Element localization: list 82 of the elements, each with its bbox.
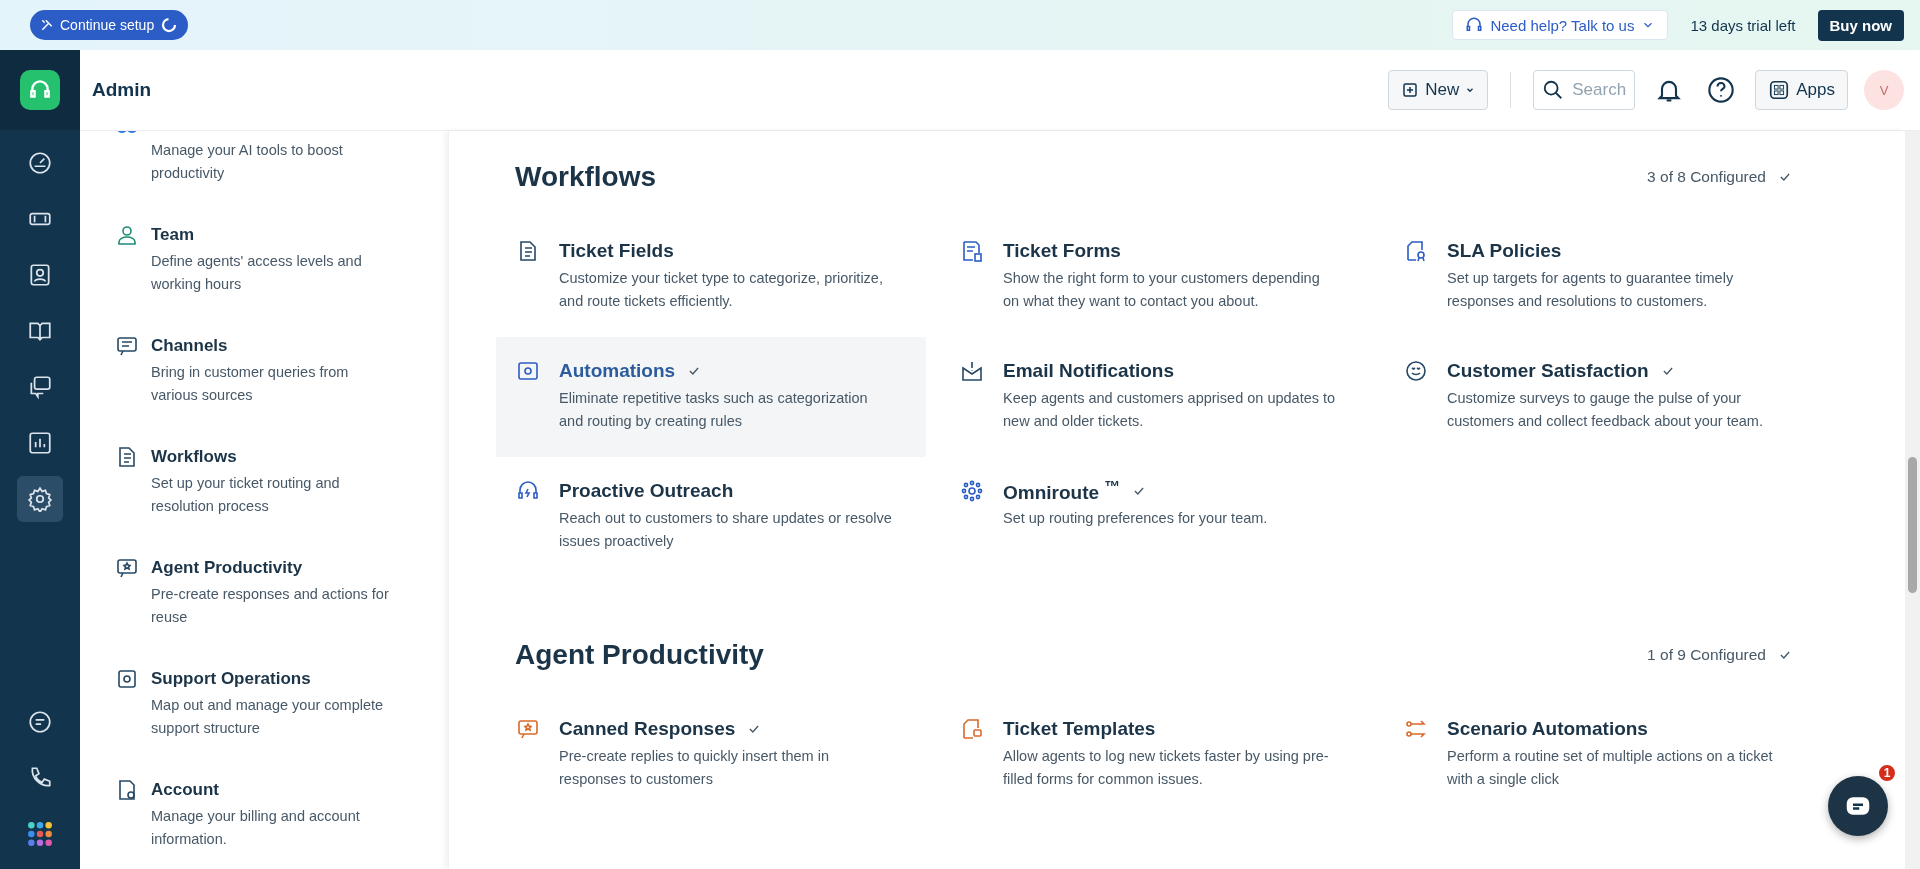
section-title: Workflows xyxy=(515,161,658,193)
sidebar-item-description: Map out and manage your complete support structure xyxy=(151,696,385,738)
setting-card[interactable]: Customer Satisfaction Customize surveys to gauge the pulse of your customers and collect feedback about your team. xyxy=(1384,337,1814,457)
setting-card[interactable]: SLA Policies Set up targets for agents to guarantee timely responses and resolutions to customers. xyxy=(1384,217,1814,337)
star-chat-icon xyxy=(516,717,540,741)
card-description: Customize surveys to gauge the pulse of your customers and collect feedback about your team. xyxy=(1447,389,1764,431)
continue-setup-button[interactable]: Continue setup xyxy=(30,10,189,40)
dots-icon xyxy=(960,479,984,503)
sidebar-item-title[interactable]: Workflows xyxy=(151,445,391,469)
card-description: Perform a routine set of multiple actions on a ticket with a single click xyxy=(1447,747,1774,789)
sidebar-item-title[interactable]: Support Operations xyxy=(151,667,391,691)
card-description: Reach out to customers to share updates or resolve issues proactively xyxy=(559,509,893,551)
chat-icon xyxy=(115,334,139,358)
sidebar-item-title[interactable]: Account xyxy=(151,778,391,802)
card-title: Proactive Outreach xyxy=(559,480,734,502)
smiley-icon xyxy=(1404,359,1428,383)
inbox-icon xyxy=(960,359,984,383)
chat-widget-button[interactable] xyxy=(1828,776,1888,836)
sidebar-item-title[interactable]: Agent Productivity xyxy=(151,556,391,580)
setting-card[interactable]: Scenario Automations Perform a routine set of multiple actions on a ticket with a single click xyxy=(1384,695,1814,815)
help-icon[interactable] xyxy=(1707,76,1736,104)
sidebar-item-description: Define agents' access levels and working hours xyxy=(151,252,363,294)
card-description: Set up targets for agents to guarantee timely responses and resolutions to customers. xyxy=(1447,269,1735,311)
card-title: Automations xyxy=(559,360,676,382)
grid-icon xyxy=(1768,79,1791,101)
badge-icon xyxy=(1404,239,1428,263)
page-title: Admin xyxy=(92,79,152,101)
sidebar-item-description: Bring in customer queries from various sources xyxy=(151,363,350,405)
gear-icon xyxy=(516,359,540,383)
gear-icon xyxy=(115,667,139,691)
sidebar-item-description: Set up your ticket routing and resolution process xyxy=(151,474,341,516)
setting-card[interactable]: Ticket Forms Show the right form to your customers depending on what they want to contact you about. xyxy=(940,217,1370,337)
card-description: Show the right form to your customers depending on what they want to contact you about. xyxy=(1003,269,1321,311)
template-icon xyxy=(960,717,984,741)
card-title: Ticket Templates xyxy=(1003,718,1156,740)
help-button[interactable]: Need help? Talk to us xyxy=(1452,10,1669,40)
sidebar-item-description: Manage your billing and account information. xyxy=(151,807,361,849)
card-title: Scenario Automations xyxy=(1447,718,1648,740)
setting-card[interactable]: Automations Eliminate repetitive tasks such as categorization and routing by creating rules xyxy=(496,337,926,457)
sidebar-item-description: Manage your AI tools to boost productivity xyxy=(151,141,344,183)
card-title: SLA Policies xyxy=(1447,240,1562,262)
setting-card[interactable]: Omniroute $^{™}$ Set up routing preferences for your team. xyxy=(940,457,1370,577)
setting-card[interactable]: Canned Responses Pre-create replies to quickly insert them in responses to customers xyxy=(496,695,926,815)
setting-card[interactable]: Ticket Templates Allow agents to log new tickets faster by using pre-filled forms for common issues. xyxy=(940,695,1370,815)
card-description: Keep agents and customers apprised on updates to new and older tickets. xyxy=(1003,389,1337,431)
card-title: Canned Responses xyxy=(559,718,736,740)
settings-icon[interactable] xyxy=(17,476,63,522)
card-title: Ticket Forms xyxy=(1003,240,1121,262)
card-title: Ticket Fields xyxy=(559,240,674,262)
logo-icon xyxy=(0,50,80,130)
search-field[interactable]: Search xyxy=(1533,70,1636,110)
card-description: Set up routing preferences for your team. xyxy=(1003,509,1268,528)
tools-icon xyxy=(40,18,54,32)
headset-icon xyxy=(1465,16,1484,34)
setting-card[interactable]: Ticket Fields Customize your ticket type to categorize, prioritize, and route tickets efficiently. xyxy=(496,217,926,337)
sidebar-item-description: Pre-create responses and actions for reuse xyxy=(151,585,390,627)
plus-icon xyxy=(1401,81,1420,99)
configured-count: 3 of 8 Configured xyxy=(1647,168,1766,186)
card-title: Customer Satisfaction xyxy=(1447,360,1649,382)
star-chat-icon xyxy=(115,556,139,580)
card-description: Allow agents to log new tickets faster by using pre-filled forms for common issues. xyxy=(1003,747,1330,789)
notification-badge: 1 xyxy=(1877,763,1897,783)
card-description: Pre-create replies to quickly insert them in responses to customers xyxy=(559,747,830,789)
section-title: Agent Productivity xyxy=(515,639,765,671)
configured-count: 1 of 9 Configured xyxy=(1647,646,1766,664)
setting-card[interactable]: Proactive Outreach Reach out to customers to share updates or resolve issues proactively xyxy=(496,457,926,577)
search-icon xyxy=(1542,79,1565,101)
card-description: Customize your ticket type to categorize, prioritize, and route tickets efficiently. xyxy=(559,269,884,311)
buy-now-button[interactable]: Buy now xyxy=(1817,9,1904,41)
apps-button[interactable]: Apps xyxy=(1755,70,1848,110)
new-button[interactable]: New xyxy=(1388,70,1489,110)
setting-card[interactable]: Email Notifications Keep agents and customers apprised on updates to new and older tickets. xyxy=(940,337,1370,457)
progress-ring-icon xyxy=(160,16,179,34)
scrollbar[interactable] xyxy=(1905,131,1920,869)
card-title: Email Notifications xyxy=(1003,360,1175,382)
sidebar-item-title[interactable]: Channels xyxy=(151,334,391,358)
trial-text: 13 days trial left xyxy=(1690,16,1796,34)
card-title: Omniroute $^{™}$ xyxy=(1003,477,1121,505)
card-description: Eliminate repetitive tasks such as categorization and routing by creating rules xyxy=(559,389,869,431)
sidebar-item-title[interactable]: Team xyxy=(151,223,391,247)
person-icon xyxy=(115,223,139,247)
form-icon xyxy=(960,239,984,263)
